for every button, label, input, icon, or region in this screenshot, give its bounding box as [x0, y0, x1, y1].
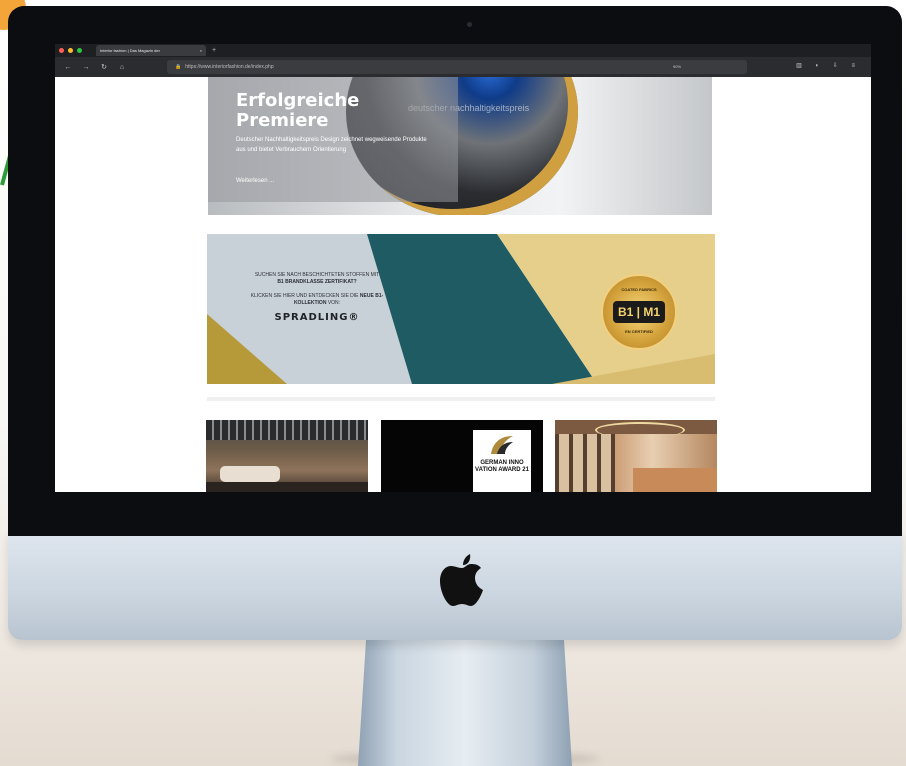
banner-line-3-end: VON:: [327, 300, 341, 306]
home-icon[interactable]: ⌂: [117, 64, 127, 71]
screen: Interior fashion | Das Magazin der × + ←…: [55, 44, 871, 492]
back-arrow-icon[interactable]: ←: [63, 64, 73, 71]
award-logo-icon: [491, 436, 513, 454]
camera-icon: [467, 22, 472, 27]
section-divider: [207, 397, 715, 401]
maximize-window-dot-icon[interactable]: [77, 48, 82, 53]
hero-article[interactable]: deutscher nachhaltigkeitspreis Erfolgrei…: [208, 77, 712, 215]
address-bar[interactable]: 🔒 https://www.interiorfashion.de/index.ph…: [167, 60, 747, 74]
glass-facade: [555, 434, 615, 492]
minimize-window-dot-icon[interactable]: [68, 48, 73, 53]
floor-shape: [206, 482, 368, 492]
seal-main-text: B1 | M1: [613, 301, 665, 323]
reload-icon[interactable]: ↻: [99, 63, 109, 71]
german-innovation-award-badge: GERMAN INNO VATION AWARD 21: [473, 430, 531, 492]
seal-top-text: COATED FABRICS: [621, 287, 657, 292]
seal-bottom-text: EN CERTIFIED: [625, 329, 653, 334]
browser-tab[interactable]: Interior fashion | Das Magazin der ×: [96, 45, 206, 56]
b1-m1-certification-seal: COATED FABRICS B1 | M1 EN CERTIFIED: [601, 274, 677, 350]
toolbar-extension-icons[interactable]: ▥ ◐ ⇩ ≡: [796, 62, 861, 69]
article-thumbnail-showroom[interactable]: [206, 420, 368, 492]
sofa-shape: [220, 466, 280, 482]
tab-title: Interior fashion | Das Magazin der: [100, 48, 160, 53]
glass-roof: [206, 420, 368, 440]
hero-title[interactable]: Erfolgreiche Premiere: [236, 91, 426, 131]
close-window-dot-icon[interactable]: [59, 48, 64, 53]
zoom-level[interactable]: 90%: [673, 64, 681, 69]
read-more-link[interactable]: Weiterlesen ...: [236, 178, 274, 184]
new-tab-icon[interactable]: +: [212, 47, 216, 54]
url-text: https://www.interiorfashion.de/index.php: [185, 64, 274, 70]
tab-close-icon[interactable]: ×: [200, 48, 202, 53]
reception-counter: [633, 468, 717, 492]
apple-logo-icon: [440, 554, 483, 606]
banner-line-1: SUCHEN SIE NACH BESCHICHTETEN STOFFEN MI…: [254, 272, 380, 278]
lock-icon: 🔒: [175, 64, 182, 70]
article-thumbnail-atrium[interactable]: [555, 420, 717, 492]
web-page: deutscher nachhaltigkeitspreis Erfolgrei…: [55, 77, 871, 492]
banner-line-3: KLICKEN SIE HIER UND ENTDECKEN SIE DIE: [250, 293, 359, 299]
spradling-ad-banner[interactable]: SUCHEN SIE NACH BESCHICHTETEN STOFFEN MI…: [207, 234, 715, 384]
award-text: GERMAN INNO VATION AWARD 21: [475, 460, 529, 473]
browser-toolbar: ← → ↻ ⌂ 🔒 https://www.interiorfashion.de/…: [55, 57, 871, 77]
hero-teaser: Deutscher Nachhaltigkeitspreis Design ze…: [236, 137, 427, 153]
browser-tab-bar: Interior fashion | Das Magazin der × +: [55, 44, 871, 57]
article-thumbnail-award[interactable]: GERMAN INNO VATION AWARD 21: [381, 420, 543, 492]
imac-stand: [358, 632, 572, 766]
banner-line-2: B1 BRANDKLASSE ZERTIFIKAT?: [277, 279, 357, 285]
spradling-logo: SPRADLING®: [274, 312, 360, 323]
forward-arrow-icon[interactable]: →: [81, 64, 91, 71]
banner-copy: SUCHEN SIE NACH BESCHICHTETEN STOFFEN MI…: [237, 272, 397, 323]
